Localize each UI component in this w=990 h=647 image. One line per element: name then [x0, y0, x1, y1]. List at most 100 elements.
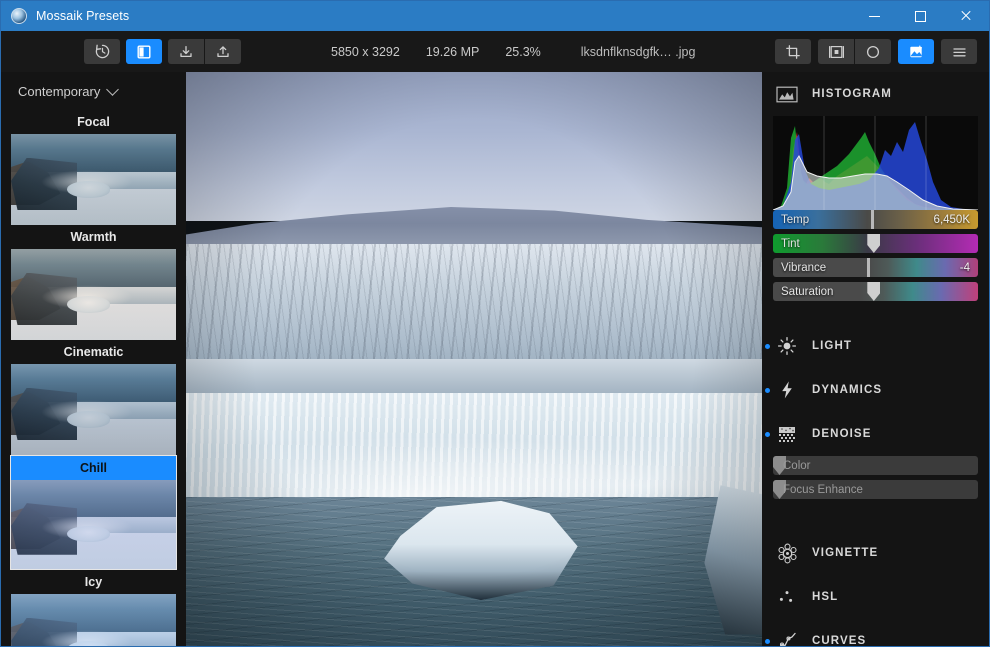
window-title: Mossaik Presets [36, 9, 130, 23]
preset-label: Cinematic [63, 345, 124, 359]
close-icon [960, 10, 972, 22]
frame-icon [828, 45, 844, 58]
modified-indicator [765, 343, 770, 349]
history-button[interactable] [84, 39, 120, 64]
import-icon [180, 45, 192, 57]
export-icon [217, 45, 229, 57]
section-title: CURVES [812, 635, 867, 646]
chevron-down-icon [106, 82, 120, 96]
image-canvas[interactable] [186, 72, 762, 646]
modified-indicator [765, 387, 770, 393]
modified-indicator [765, 431, 770, 437]
preset-category-label: Contemporary [18, 83, 101, 99]
preset-category-selector[interactable]: Contemporary [1, 72, 186, 110]
file-info: 5850 x 3292 19.26 MP 25.3% lksdnflknsdgf… [331, 31, 695, 72]
preset-label: Chill [11, 456, 176, 480]
toolbar-right-group [775, 31, 977, 72]
section-title: HSL [812, 591, 839, 603]
section-title: VIGNETTE [812, 547, 879, 559]
file-name: lksdnflknsdgfk… .jpg [580, 44, 696, 59]
preset-item-cinematic[interactable]: Cinematic [11, 340, 176, 455]
title-bar: Mossaik Presets [1, 1, 989, 31]
frame-button[interactable] [818, 39, 854, 64]
image-megapixels: 19.26 MP [425, 44, 480, 59]
minimize-icon [868, 15, 880, 17]
io-button-group [168, 39, 241, 64]
main-toolbar: 5850 x 3292 19.26 MP 25.3% lksdnflknsdgf… [1, 31, 989, 72]
preset-item-warmth[interactable]: Warmth [11, 225, 176, 340]
modified-indicator [765, 638, 770, 644]
dots-icon [774, 585, 800, 609]
preset-thumbnail [11, 364, 176, 455]
aperture-icon [774, 541, 800, 565]
slider-value: -4 [959, 261, 970, 274]
preset-label: Focal [77, 115, 110, 129]
histogram-chart [773, 116, 978, 210]
import-button[interactable] [168, 39, 204, 64]
split-view-icon [137, 45, 151, 59]
section-light[interactable]: LIGHT [762, 324, 989, 368]
section-denoise[interactable]: DENOISE [762, 412, 989, 456]
application-window: Mossaik Presets 5850 x 3292 19.26 MP 25.… [0, 0, 990, 647]
preset-label: Warmth [70, 230, 117, 244]
section-vignette[interactable]: VIGNETTE [762, 531, 989, 575]
history-icon [95, 44, 109, 59]
section-hsl[interactable]: HSL [762, 575, 989, 619]
preset-item-focal[interactable]: Focal [11, 110, 176, 225]
main-body: Contemporary Focal Warmth Cinematic Chil… [1, 72, 989, 646]
slider-temp[interactable]: Temp 6,450K [773, 210, 978, 229]
slider-label: Temp [781, 213, 810, 226]
shape-button-group [818, 39, 891, 64]
crop-icon [786, 44, 800, 59]
slider-focus-enhance[interactable]: Focus Enhance [773, 480, 978, 499]
app-logo-icon [11, 8, 27, 24]
section-title: LIGHT [812, 340, 852, 352]
circle-icon [866, 45, 880, 58]
slider-label: Tint [781, 237, 800, 250]
noise-grid-icon [774, 422, 800, 446]
preset-thumbnail [11, 134, 176, 225]
section-title: HISTOGRAM [812, 88, 892, 100]
preset-thumbnail [11, 594, 176, 646]
preset-label: Icy [84, 575, 103, 589]
histogram-icon [774, 82, 800, 106]
section-dynamics[interactable]: DYNAMICS [762, 368, 989, 412]
preset-item-icy[interactable]: Icy [11, 570, 176, 646]
section-curves[interactable]: CURVES [762, 619, 989, 646]
maximize-icon [914, 10, 926, 22]
window-controls [851, 1, 989, 31]
slider-denoise-color[interactable]: Color [773, 456, 978, 475]
curve-icon [774, 629, 800, 646]
slider-value: 6,450K [933, 213, 970, 226]
crop-button[interactable] [775, 39, 811, 64]
slider-label: Saturation [781, 285, 834, 298]
section-title: DYNAMICS [812, 384, 883, 396]
maximize-button[interactable] [897, 1, 943, 31]
enhance-button[interactable] [898, 39, 934, 64]
slider-vibrance[interactable]: Vibrance -4 [773, 258, 978, 277]
adjustments-panel: HISTOGRAM Temp 6,450K Tint Vibrance -4 S… [762, 72, 989, 646]
toolbar-left-group [84, 39, 241, 64]
image-dimensions: 5850 x 3292 [331, 44, 400, 59]
lightning-icon [774, 378, 800, 402]
preset-thumbnail [11, 480, 176, 569]
preset-item-chill[interactable]: Chill [10, 455, 177, 570]
preset-thumbnail [11, 249, 176, 340]
slider-label: Color [783, 459, 811, 472]
radial-button[interactable] [855, 39, 891, 64]
section-title: DENOISE [812, 428, 872, 440]
enhance-icon [910, 45, 923, 57]
menu-icon [952, 47, 966, 56]
split-view-button[interactable] [126, 39, 162, 64]
export-button[interactable] [205, 39, 241, 64]
presets-sidebar: Contemporary Focal Warmth Cinematic Chil… [1, 72, 186, 646]
slider-tint[interactable]: Tint [773, 234, 978, 253]
slider-saturation[interactable]: Saturation [773, 282, 978, 301]
sun-icon [774, 334, 800, 358]
minimize-button[interactable] [851, 1, 897, 31]
menu-button[interactable] [941, 39, 977, 64]
section-histogram[interactable]: HISTOGRAM [762, 72, 989, 116]
slider-label: Focus Enhance [783, 483, 863, 496]
close-button[interactable] [943, 1, 989, 31]
photo-preview [186, 72, 762, 646]
